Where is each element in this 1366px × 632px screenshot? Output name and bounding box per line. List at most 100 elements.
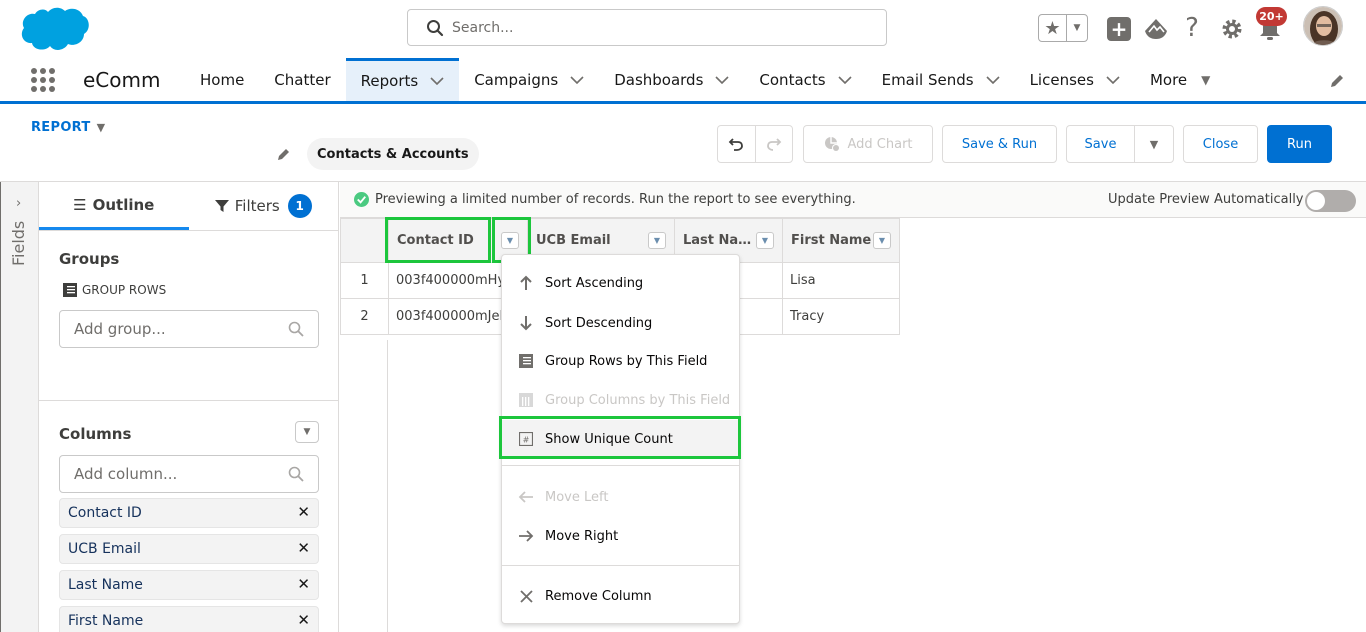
arrow-left-icon [517,490,535,504]
save-and-run-button[interactable]: Save & Run [942,125,1057,163]
remove-column-icon[interactable]: ✕ [297,539,310,557]
tab-filters[interactable]: Filters 1 [189,182,339,230]
menu-item-remove-column[interactable]: Remove Column [502,577,739,615]
menu-item-move-left: Move Left [502,478,739,516]
search-placeholder: Search... [452,19,514,36]
row-number: 1 [340,262,389,299]
nav-item-label: More [1149,70,1188,89]
column-pill[interactable]: First Name ✕ [59,606,319,632]
column-menu-dropdown-icon[interactable]: ▼ [873,232,891,249]
menu-item-sort-ascending[interactable]: Sort Ascending [502,264,739,302]
row-number-gutter-line [387,340,388,632]
menu-item-label: Show Unique Count [545,431,673,447]
chevron-down-icon[interactable] [986,75,1000,84]
redo-button[interactable] [756,126,793,162]
column-pill[interactable]: UCB Email ✕ [59,534,319,564]
chevron-down-icon[interactable] [715,75,729,84]
columns-heading: Columns [59,425,132,443]
nav-item-label: Email Sends [881,70,974,89]
nav-item-reports[interactable]: Reports [345,58,460,101]
salesforce-logo[interactable] [18,4,90,54]
global-search-input[interactable]: Search... [407,9,887,46]
menu-item-sort-descending[interactable]: Sort Descending [502,304,739,342]
group-columns-icon [517,393,535,407]
chevron-down-icon[interactable] [838,75,852,84]
trailhead-icon[interactable] [1143,16,1169,42]
nav-item-label: Licenses [1029,70,1094,89]
nav-item-campaigns[interactable]: Campaigns [459,58,599,101]
report-type-menu[interactable]: REPORT ▼ [31,120,105,135]
undo-icon [728,138,744,151]
section-divider [39,400,339,401]
chevron-down-icon[interactable] [430,77,444,85]
global-header: Search... ★ ▼ + ? 20+ [0,0,1366,58]
menu-item-group-columns: Group Columns by This Field [502,381,739,419]
column-pill-label: UCB Email [68,541,141,557]
fields-panel-toggle[interactable]: › Fields [0,182,39,632]
nav-item-home[interactable]: Home [185,58,259,101]
close-button[interactable]: Close [1183,125,1258,163]
list-icon: ☰ [73,195,87,214]
arrow-up-icon [517,275,535,291]
undo-button[interactable] [718,126,756,162]
nav-item-more[interactable]: More ▼ [1135,58,1225,101]
column-menu-dropdown-icon[interactable]: ▼ [648,232,666,249]
edit-nav-pencil-icon[interactable] [1328,72,1346,90]
user-avatar[interactable] [1303,6,1343,46]
nav-item-contacts[interactable]: Contacts [744,58,866,101]
auto-update-toggle[interactable] [1305,190,1356,212]
column-options-menu: Sort Ascending Sort Descending Group Row… [501,254,740,624]
filter-count-badge: 1 [287,194,312,218]
save-button[interactable]: Save [1067,126,1135,162]
menu-item-show-unique-count[interactable]: # Show Unique Count [502,420,739,458]
groups-heading: Groups [59,250,120,268]
toggle-knob [1307,192,1325,210]
favorites-dropdown-icon[interactable]: ▼ [1067,15,1087,41]
arrow-right-icon [517,529,535,543]
chevron-down-icon[interactable] [570,75,584,84]
row-number: 2 [340,298,389,335]
add-column-input[interactable]: Add column... [59,455,319,493]
menu-item-label: Move Left [545,489,609,505]
chevron-down-icon[interactable] [1106,75,1120,84]
nav-item-email-sends[interactable]: Email Sends [867,58,1015,101]
add-group-input[interactable]: Add group... [59,310,319,348]
tab-label: Outline [92,195,155,214]
menu-item-group-rows[interactable]: Group Rows by This Field [502,342,739,380]
favorites-star-icon[interactable]: ★ [1039,15,1067,41]
menu-item-label: Group Rows by This Field [545,353,708,369]
group-rows-label: GROUP ROWS [63,283,166,297]
global-actions-plus-icon[interactable]: + [1107,17,1131,41]
app-name: eComm [83,68,161,92]
nav-item-chatter[interactable]: Chatter [259,58,345,101]
add-chart-button[interactable]: Add Chart [803,125,933,163]
nav-item-licenses[interactable]: Licenses [1015,58,1135,101]
add-group-placeholder: Add group... [74,320,166,338]
run-button[interactable]: Run [1267,125,1332,163]
group-rows-icon [517,354,535,368]
columns-options-dropdown-icon[interactable]: ▼ [295,421,319,443]
tab-outline[interactable]: ☰ Outline [39,182,189,230]
report-type-label: REPORT [31,120,91,135]
nav-item-label: Contacts [759,70,826,89]
column-pill[interactable]: Last Name ✕ [59,570,319,600]
remove-column-icon[interactable]: ✕ [297,503,310,521]
setup-gear-icon[interactable] [1220,17,1244,41]
column-header-first-name[interactable]: First Name ▼ [782,218,900,263]
column-menu-dropdown-icon[interactable]: ▼ [756,232,774,249]
remove-column-icon[interactable]: ✕ [297,575,310,593]
help-icon[interactable]: ? [1180,13,1204,43]
nav-item-dashboards[interactable]: Dashboards [599,58,744,101]
panel-tabs: ☰ Outline Filters 1 [39,182,338,231]
remove-column-icon[interactable]: ✕ [297,611,310,629]
favorites-group: ★ ▼ [1038,14,1088,42]
report-name[interactable]: Contacts & Accounts [307,138,479,170]
outline-panel: ☰ Outline Filters 1 Groups GROUP ROWS Ad… [39,182,339,632]
save-options-dropdown-icon[interactable]: ▼ [1135,126,1173,162]
column-menu-dropdown-icon[interactable]: ▼ [501,232,519,249]
column-pill[interactable]: Contact ID ✕ [59,498,319,528]
menu-item-move-right[interactable]: Move Right [502,517,739,555]
column-header-label: Contact ID [397,233,474,248]
app-launcher-icon[interactable] [31,68,55,92]
edit-report-name-pencil-icon[interactable] [276,146,292,162]
